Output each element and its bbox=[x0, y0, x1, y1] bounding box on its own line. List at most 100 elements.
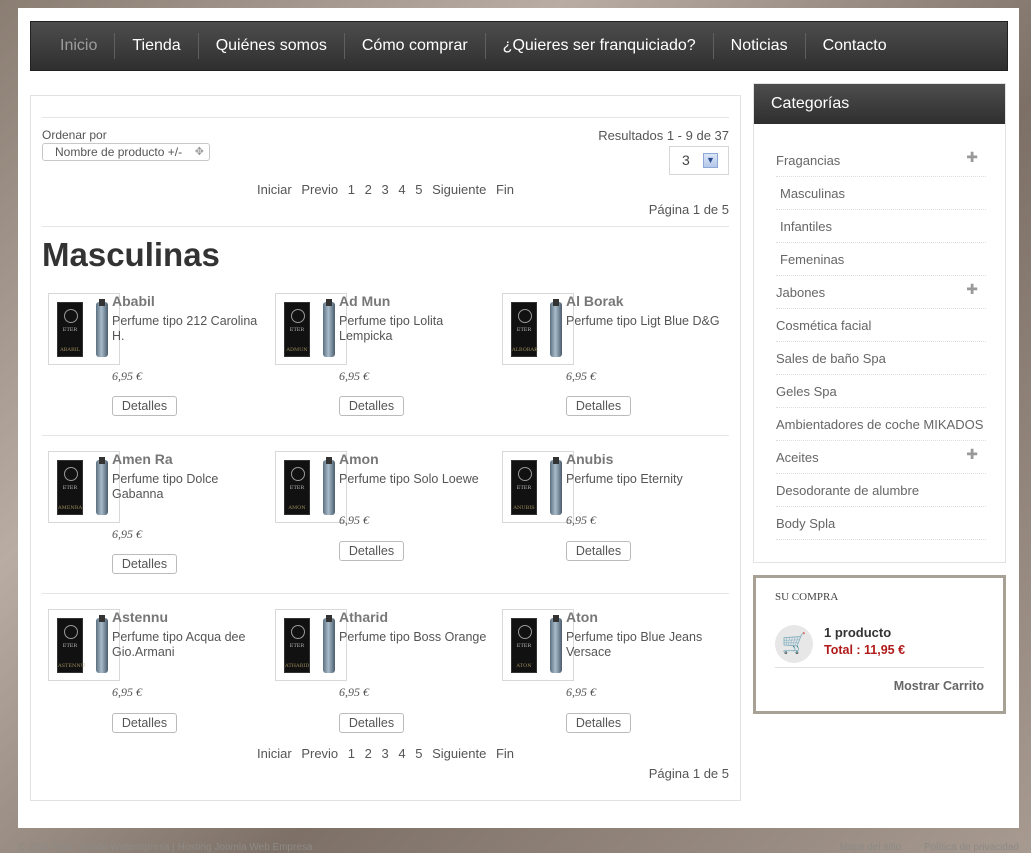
nav-item-como-comprar[interactable]: Cómo comprar bbox=[345, 33, 486, 59]
pagination-bottom: Iniciar Previo 1 2 3 4 5 Siguiente Fin bbox=[31, 746, 740, 761]
details-button[interactable]: Detalles bbox=[339, 396, 404, 416]
product-price: 6,95 € bbox=[566, 513, 596, 527]
perfume-bottle-image bbox=[550, 457, 562, 515]
nav-item-franquiciado[interactable]: ¿Quieres ser franquiciado? bbox=[486, 33, 714, 59]
nav-item-contacto[interactable]: Contacto bbox=[806, 33, 904, 59]
pagination-page[interactable]: 5 bbox=[415, 182, 422, 197]
category-item[interactable]: Fragancias ✚ bbox=[776, 144, 986, 177]
footer-link-sitemap[interactable]: Mapa del sitio bbox=[839, 842, 901, 853]
details-button[interactable]: Detalles bbox=[112, 396, 177, 416]
product-name[interactable]: Ababil bbox=[112, 293, 155, 309]
page-container: Inicio Tienda Quiénes somos Cómo comprar… bbox=[18, 8, 1019, 828]
results-limit-select[interactable]: 3 ▼ bbox=[669, 146, 729, 175]
perfume-bottle-image bbox=[550, 615, 562, 673]
product-image[interactable]: ETER AMON bbox=[275, 451, 347, 523]
product-price: 6,95 € bbox=[112, 527, 142, 541]
pagination-prev[interactable]: Previo bbox=[301, 746, 338, 761]
product-price: 6,95 € bbox=[112, 369, 142, 383]
perfume-bottle-image bbox=[323, 457, 335, 515]
product-image[interactable]: ETER AMENRA bbox=[48, 451, 120, 523]
details-button[interactable]: Detalles bbox=[339, 541, 404, 561]
pagination-page[interactable]: 3 bbox=[382, 182, 389, 197]
category-item[interactable]: Ambientadores de coche MIKADOS bbox=[776, 408, 986, 441]
category-item[interactable]: Body Spla bbox=[776, 507, 986, 540]
product-card: ETER ATHARID Atharid Perfume tipo Boss Oran… bbox=[269, 609, 489, 759]
plus-icon[interactable]: ✚ bbox=[966, 141, 978, 174]
shopping-cart-icon[interactable]: 🛒 bbox=[775, 625, 813, 663]
product-image[interactable]: ETER ABABIL bbox=[48, 293, 120, 365]
nav-item-quienes-somos[interactable]: Quiénes somos bbox=[199, 33, 345, 59]
pagination-next[interactable]: Siguiente bbox=[432, 182, 486, 197]
footer-link-privacy[interactable]: Política de privacidad bbox=[924, 842, 1019, 853]
product-name[interactable]: Astennu bbox=[112, 609, 168, 625]
nav-item-inicio[interactable]: Inicio bbox=[43, 33, 116, 59]
product-name[interactable]: Aton bbox=[566, 609, 598, 625]
product-image[interactable]: ETER ATHARID bbox=[275, 609, 347, 681]
product-image[interactable]: ETER ATON bbox=[502, 609, 574, 681]
product-image[interactable]: ETER ANUBIS bbox=[502, 451, 574, 523]
details-button[interactable]: Detalles bbox=[339, 713, 404, 733]
pagination-prev[interactable]: Previo bbox=[301, 182, 338, 197]
pagination-last[interactable]: Fin bbox=[496, 182, 514, 197]
cart-total: Total : 11,95 € bbox=[824, 643, 906, 657]
plus-icon[interactable]: ✚ bbox=[966, 438, 978, 471]
nav-item-tienda[interactable]: Tienda bbox=[115, 33, 199, 59]
details-button[interactable]: Detalles bbox=[566, 396, 631, 416]
details-button[interactable]: Detalles bbox=[566, 541, 631, 561]
product-image[interactable]: ETER ADMUN bbox=[275, 293, 347, 365]
product-image[interactable]: ETER ALBORAK bbox=[502, 293, 574, 365]
category-item[interactable]: Aceites ✚ bbox=[776, 441, 986, 474]
product-card: ETER ATON Aton Perfume tipo Blue Jeans Vers… bbox=[496, 609, 716, 759]
product-name[interactable]: Atharid bbox=[339, 609, 388, 625]
product-price: 6,95 € bbox=[339, 513, 369, 527]
category-item[interactable]: Sales de baño Spa bbox=[776, 342, 986, 375]
pagination-page[interactable]: 1 bbox=[348, 182, 355, 197]
perfume-box-image: ETER ALBORAK bbox=[511, 302, 538, 357]
pagination-page[interactable]: 4 bbox=[398, 746, 405, 761]
product-image[interactable]: ETER ASTENNU bbox=[48, 609, 120, 681]
pagination-page[interactable]: 2 bbox=[365, 746, 372, 761]
pagination-page[interactable]: 2 bbox=[365, 182, 372, 197]
category-item[interactable]: Cosmética facial bbox=[776, 309, 986, 342]
product-name[interactable]: Al Borak bbox=[566, 293, 624, 309]
show-cart-link[interactable]: Mostrar Carrito bbox=[894, 679, 984, 693]
product-name[interactable]: Amon bbox=[339, 451, 379, 467]
plus-icon[interactable]: ✚ bbox=[966, 273, 978, 306]
category-item[interactable]: Infantiles bbox=[776, 210, 986, 243]
divider bbox=[42, 435, 729, 436]
pagination-page[interactable]: 4 bbox=[398, 182, 405, 197]
details-button[interactable]: Detalles bbox=[566, 713, 631, 733]
category-item[interactable]: Desodorante de alumbre bbox=[776, 474, 986, 507]
nav-item-noticias[interactable]: Noticias bbox=[714, 33, 806, 59]
product-name[interactable]: Amen Ra bbox=[112, 451, 173, 467]
order-select[interactable]: Nombre de producto +/- ✥ bbox=[42, 143, 210, 161]
divider bbox=[42, 593, 729, 594]
perfume-bottle-image bbox=[96, 299, 108, 357]
category-label: Ambientadores de coche MIKADOS bbox=[776, 417, 984, 432]
product-price: 6,95 € bbox=[566, 369, 596, 383]
cart-panel: SU COMPRA 🛒 1 producto Total : 11,95 € M… bbox=[753, 575, 1006, 714]
product-name[interactable]: Ad Mun bbox=[339, 293, 390, 309]
pagination-last[interactable]: Fin bbox=[496, 746, 514, 761]
perfume-box-image: ETER ATON bbox=[511, 618, 537, 673]
category-item[interactable]: Masculinas bbox=[776, 177, 986, 210]
category-label: Fragancias bbox=[776, 153, 841, 168]
category-item[interactable]: Jabones ✚ bbox=[776, 276, 986, 309]
pagination-first[interactable]: Iniciar bbox=[257, 182, 292, 197]
category-title: Masculinas bbox=[42, 236, 220, 273]
pagination-page[interactable]: 3 bbox=[382, 746, 389, 761]
pagination-page[interactable]: 5 bbox=[415, 746, 422, 761]
product-name[interactable]: Anubis bbox=[566, 451, 613, 467]
pagination-next[interactable]: Siguiente bbox=[432, 746, 486, 761]
perfume-box-image: ETER ATHARID bbox=[284, 618, 310, 673]
pagination-page[interactable]: 1 bbox=[348, 746, 355, 761]
category-label: Sales de baño Spa bbox=[776, 351, 886, 366]
category-label: Aceites bbox=[776, 450, 819, 465]
product-description: Perfume tipo 212 Carolina H. bbox=[112, 314, 258, 343]
category-item[interactable]: Femeninas bbox=[776, 243, 986, 276]
category-item[interactable]: Geles Spa bbox=[776, 375, 986, 408]
details-button[interactable]: Detalles bbox=[112, 713, 177, 733]
details-button[interactable]: Detalles bbox=[112, 554, 177, 574]
pagination-first[interactable]: Iniciar bbox=[257, 746, 292, 761]
perfume-bottle-image bbox=[550, 299, 562, 357]
